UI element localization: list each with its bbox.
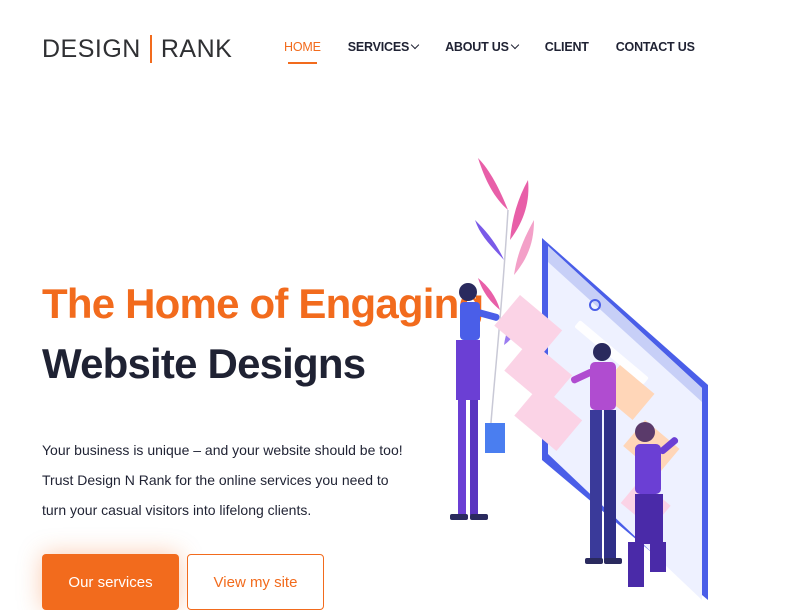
view-my-site-button[interactable]: View my site: [187, 554, 324, 610]
main-nav: HOME SERVICES ABOUT US CLIENT CONTACT US: [284, 38, 722, 64]
hero-headline-line2: Website Designs: [42, 340, 366, 387]
team-building-website-illustration: [450, 158, 708, 600]
hero-headline-line1: The Home of Engaging: [42, 280, 484, 327]
logo-text-design: DESIGN: [42, 34, 141, 63]
logo[interactable]: DESIGN RANK: [42, 34, 232, 64]
nav-home[interactable]: HOME: [284, 38, 321, 64]
nav-services-label: SERVICES: [347, 40, 410, 54]
our-services-button[interactable]: Our services: [42, 554, 179, 610]
nav-contact-us-label: CONTACT US: [615, 40, 695, 54]
nav-about-us[interactable]: ABOUT US: [445, 38, 520, 56]
nav-client-label: CLIENT: [544, 40, 589, 54]
nav-services[interactable]: SERVICES: [347, 38, 420, 56]
nav-about-us-label: ABOUT US: [445, 40, 509, 54]
nav-client[interactable]: CLIENT: [545, 38, 589, 56]
logo-text-rank: RANK: [160, 34, 233, 63]
logo-divider: [149, 35, 152, 63]
hero-description: Your business is unique – and your websi…: [42, 442, 403, 518]
nav-contact-us[interactable]: CONTACT US: [616, 38, 695, 56]
nav-home-label: HOME: [284, 40, 321, 54]
chevron-down-icon: [510, 40, 520, 50]
chevron-down-icon: [410, 40, 420, 50]
